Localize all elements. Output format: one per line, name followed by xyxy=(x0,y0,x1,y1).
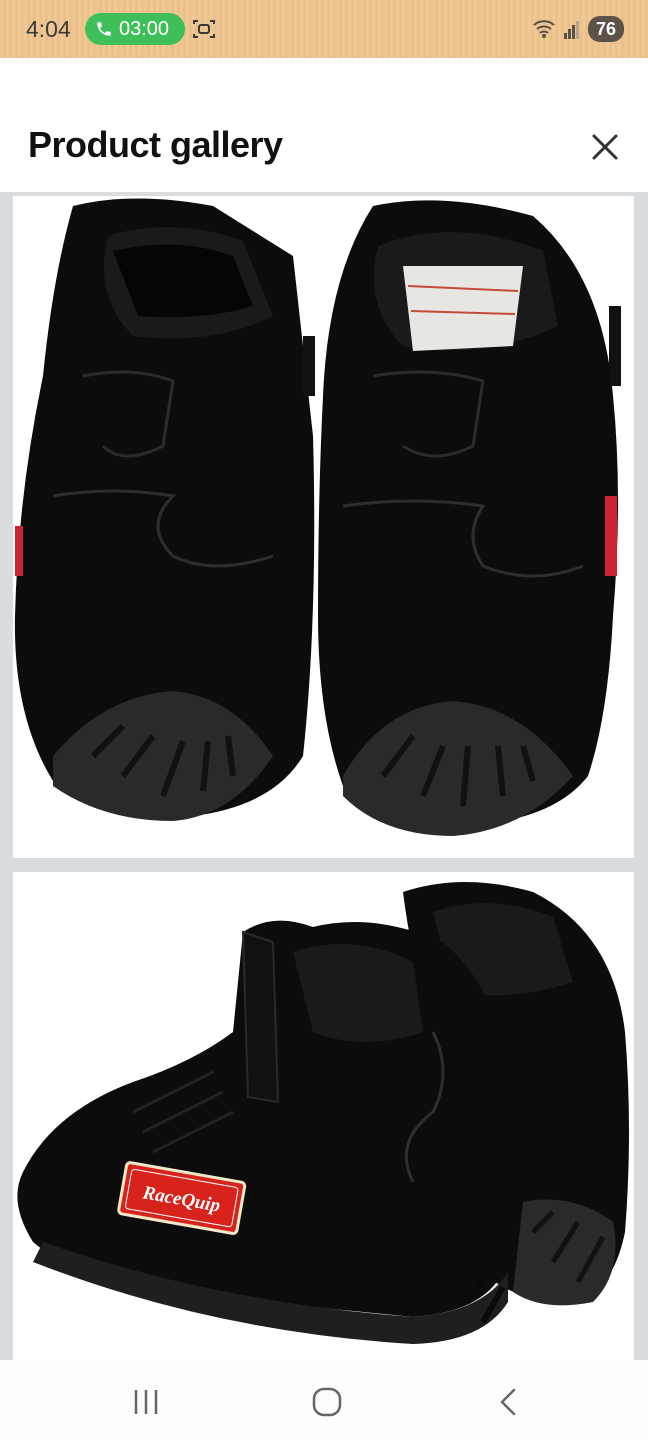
front-shoe: RaceQuip xyxy=(17,920,510,1344)
signal-icon xyxy=(563,21,579,39)
navigation-bar xyxy=(0,1360,648,1440)
gallery-image-side-view[interactable]: RaceQuip xyxy=(13,872,634,1360)
right-shoe xyxy=(318,200,621,836)
call-timer: 03:00 xyxy=(119,17,170,40)
status-icons: 76 xyxy=(532,14,624,44)
home-icon[interactable] xyxy=(307,1384,347,1420)
page-title: Product gallery xyxy=(28,124,283,165)
wifi-icon xyxy=(533,20,555,38)
product-gallery[interactable]: RaceQuip xyxy=(0,192,648,1360)
back-icon[interactable] xyxy=(490,1384,530,1420)
recents-icon[interactable] xyxy=(126,1384,166,1420)
close-icon[interactable] xyxy=(586,128,624,166)
phone-icon xyxy=(97,22,111,36)
status-time: 4:04 xyxy=(26,16,71,42)
status-bar: 4:04 03:00 76 xyxy=(0,0,648,58)
left-shoe xyxy=(14,198,315,821)
call-timer-pill[interactable]: 03:00 xyxy=(85,13,185,45)
gallery-image-rear-view[interactable] xyxy=(13,196,634,858)
battery-icon: 76 xyxy=(587,16,624,42)
header: Product gallery xyxy=(0,58,648,192)
screen-record-icon xyxy=(193,20,215,38)
